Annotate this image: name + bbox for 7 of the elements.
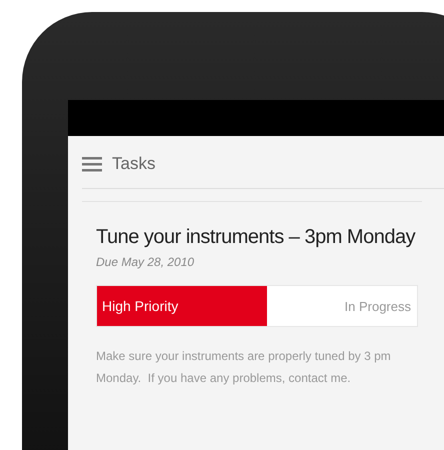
- due-date: Due May 28, 2010: [96, 255, 196, 269]
- status-label: In Progress: [344, 298, 411, 314]
- task-description: Make sure your instruments are properly tuned by 3 pm Monday. If you have any problems, contact me.: [96, 348, 392, 387]
- task-title: Tune your instruments – 3pm Monday: [96, 226, 416, 249]
- menu-icon[interactable]: [82, 156, 102, 172]
- app-title: Tasks: [112, 154, 156, 174]
- priority-label: High Priority: [102, 298, 178, 314]
